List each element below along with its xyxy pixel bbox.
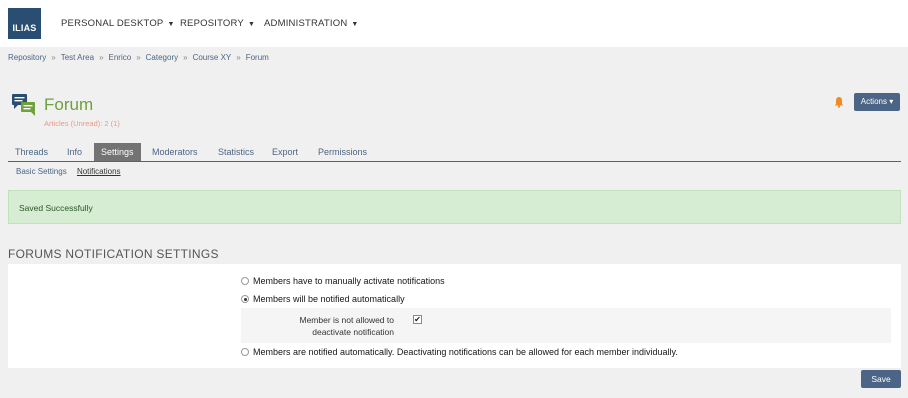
caret-down-icon: ▼	[247, 21, 256, 28]
breadcrumb-item[interactable]: Test Area	[61, 53, 94, 62]
breadcrumb-item[interactable]: Category	[146, 53, 178, 62]
tab-export[interactable]: Export	[265, 143, 305, 161]
tab-moderators[interactable]: Moderators	[145, 143, 205, 161]
deactivate-not-allowed-checkbox[interactable]: ✔	[413, 315, 422, 324]
success-message: Saved Successfully	[8, 190, 901, 224]
suboption-label-line: deactivate notification	[312, 327, 394, 337]
nav-label: ADMINISTRATION	[264, 18, 348, 29]
radio-manual-activation[interactable]: Members have to manually activate notifi…	[241, 276, 445, 286]
radio-button[interactable]	[241, 348, 249, 356]
radio-individual-deactivation[interactable]: Members are notified automatically. Deac…	[241, 347, 678, 357]
suboption-label: Member is not allowed to deactivate noti…	[270, 314, 395, 338]
ilias-logo[interactable]: ILIAS	[8, 8, 41, 39]
radio-label: Members are notified automatically. Deac…	[253, 347, 678, 357]
bell-icon[interactable]	[833, 96, 845, 108]
nav-administration[interactable]: ADMINISTRATION ▼	[264, 0, 359, 47]
radio-label: Members have to manually activate notifi…	[253, 276, 445, 286]
tab-bar: Threads Info Settings Moderators Statist…	[8, 143, 901, 162]
tab-settings[interactable]: Settings	[94, 143, 141, 161]
breadcrumb-item[interactable]: Repository	[8, 53, 46, 62]
caret-down-icon: ▼	[167, 21, 175, 28]
actions-button[interactable]: Actions ▾	[854, 93, 900, 111]
breadcrumb-separator: »	[136, 53, 141, 62]
tab-info[interactable]: Info	[60, 143, 89, 161]
breadcrumb: Repository » Test Area » Enrico » Category » Cou…	[8, 53, 269, 62]
nav-label: REPOSITORY	[180, 18, 244, 29]
caret-down-icon: ▼	[351, 21, 359, 28]
subtab-bar: Basic Settings Notifications	[16, 167, 129, 176]
tab-statistics[interactable]: Statistics	[211, 143, 261, 161]
page-title: Forum	[44, 95, 94, 114]
unread-articles-count: Articles (Unread): 2 (1)	[44, 119, 120, 128]
breadcrumb-item[interactable]: Enrico	[109, 53, 132, 62]
radio-button-selected[interactable]	[241, 295, 249, 303]
breadcrumb-item[interactable]: Course XY	[193, 53, 232, 62]
save-button[interactable]: Save	[861, 370, 901, 388]
breadcrumb-separator: »	[51, 53, 56, 62]
nav-repository[interactable]: REPOSITORY ▼	[180, 0, 255, 47]
breadcrumb-item[interactable]: Forum	[246, 53, 269, 62]
section-title: FORUMS NOTIFICATION SETTINGS	[8, 247, 219, 261]
breadcrumb-separator: »	[99, 53, 104, 62]
tab-threads[interactable]: Threads	[8, 143, 55, 161]
forum-icon	[12, 94, 35, 116]
top-bar: ILIAS PERSONAL DESKTOP ▼ REPOSITORY ▼ ADMI…	[0, 0, 908, 47]
radio-notified-automatically[interactable]: Members will be notified automatically	[241, 294, 405, 304]
breadcrumb-separator: »	[236, 53, 241, 62]
subtab-notifications[interactable]: Notifications	[77, 167, 121, 176]
radio-button[interactable]	[241, 277, 249, 285]
nav-label: PERSONAL DESKTOP	[61, 18, 164, 29]
breadcrumb-separator: »	[183, 53, 188, 62]
nav-personal-desktop[interactable]: PERSONAL DESKTOP ▼	[61, 0, 175, 47]
subtab-basic-settings[interactable]: Basic Settings	[16, 167, 67, 176]
radio-label: Members will be notified automatically	[253, 294, 405, 304]
suboption-label-line: Member is not allowed to	[299, 315, 395, 325]
tab-permissions[interactable]: Permissions	[311, 143, 374, 161]
